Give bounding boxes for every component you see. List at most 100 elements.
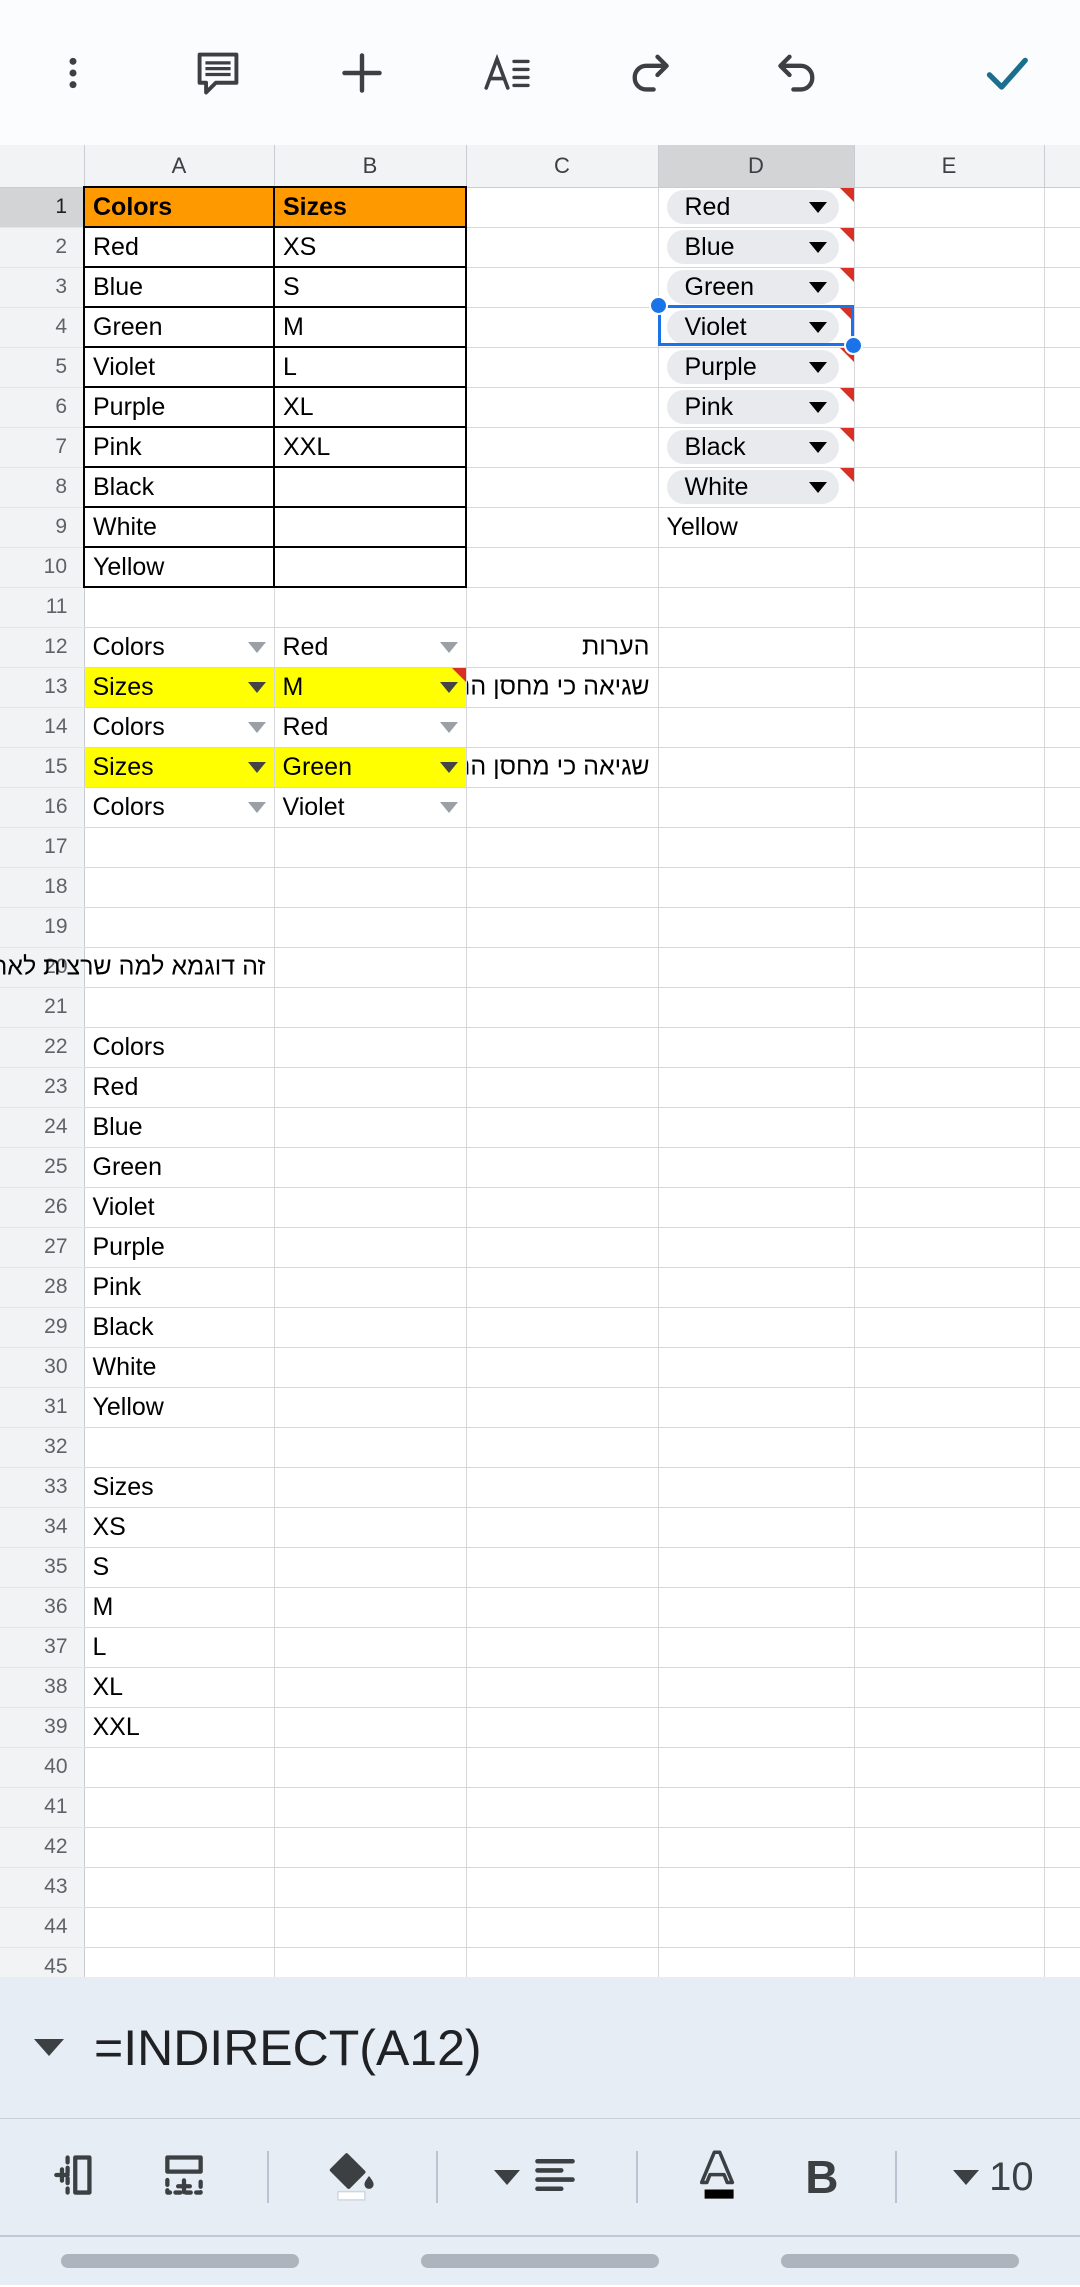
cell-A2[interactable]: Red — [83, 227, 275, 268]
cell-D37[interactable] — [658, 1627, 855, 1668]
row-header-37[interactable]: 37 — [0, 1627, 85, 1668]
spreadsheet-grid[interactable]: A B C D E 1 Colors Sizes Red 2 Red XS Blue 3 Blue… — [0, 145, 1080, 1977]
cell-B22[interactable] — [274, 1027, 467, 1068]
cell-E18[interactable] — [854, 867, 1045, 908]
cell-D26[interactable] — [658, 1187, 855, 1228]
cell-D17[interactable] — [658, 827, 855, 868]
cell-A6[interactable]: Purple — [83, 387, 275, 428]
cell-E11[interactable] — [854, 587, 1045, 628]
cell-C10[interactable] — [466, 547, 659, 588]
cell-E36[interactable] — [854, 1587, 1045, 1628]
row-header-26[interactable]: 26 — [0, 1187, 85, 1228]
fill-color-button[interactable] — [325, 2138, 379, 2216]
cell-E20[interactable] — [854, 947, 1045, 988]
cell-D33[interactable] — [658, 1467, 855, 1508]
cell-D36[interactable] — [658, 1587, 855, 1628]
row-header-17[interactable]: 17 — [0, 827, 85, 868]
cell-E13[interactable] — [854, 667, 1045, 708]
row-header-15[interactable]: 15 — [0, 747, 85, 788]
chevron-down-icon[interactable] — [808, 281, 827, 293]
table-row[interactable]: 28 Pink — [0, 1267, 1080, 1308]
note-indicator-icon[interactable] — [839, 427, 854, 442]
cell-A26[interactable]: Violet — [84, 1187, 275, 1228]
table-row[interactable]: 2 Red XS Blue — [0, 227, 1080, 268]
cell-A11[interactable] — [84, 587, 275, 628]
cell-C28[interactable] — [466, 1267, 659, 1308]
cell-C18[interactable] — [466, 867, 659, 908]
text-align-button[interactable] — [494, 2138, 580, 2216]
cell-C5[interactable] — [466, 347, 659, 388]
cell-overflow-16[interactable] — [1044, 787, 1080, 828]
undo-button[interactable] — [757, 34, 835, 112]
cell-E6[interactable] — [854, 387, 1045, 428]
chevron-down-icon[interactable] — [808, 481, 827, 493]
cell-B35[interactable] — [274, 1547, 467, 1588]
cell-B2[interactable]: XS — [274, 227, 467, 268]
row-header-45[interactable]: 45 — [0, 1947, 85, 1977]
cell-E5[interactable] — [854, 347, 1045, 388]
row-header-21[interactable]: 21 — [0, 987, 85, 1028]
chevron-down-icon[interactable] — [808, 201, 827, 213]
cell-D21[interactable] — [658, 987, 855, 1028]
table-row[interactable]: 21 — [0, 987, 1080, 1028]
cell-D45[interactable] — [658, 1947, 855, 1977]
table-row[interactable]: 32 — [0, 1427, 1080, 1468]
chevron-down-icon[interactable] — [808, 321, 827, 333]
cell-E25[interactable] — [854, 1147, 1045, 1188]
cell-overflow-8[interactable] — [1044, 467, 1080, 508]
font-size-button[interactable]: 10 — [953, 2138, 1034, 2216]
cell-A41[interactable] — [84, 1787, 275, 1828]
cell-E28[interactable] — [854, 1267, 1045, 1308]
cell-B27[interactable] — [274, 1227, 467, 1268]
cell-A31[interactable]: Yellow — [84, 1387, 275, 1428]
table-row[interactable]: 5 Violet L Purple — [0, 347, 1080, 388]
column-header-e[interactable]: E — [854, 145, 1045, 188]
row-header-28[interactable]: 28 — [0, 1267, 85, 1308]
row-header-44[interactable]: 44 — [0, 1907, 85, 1948]
cell-B10[interactable] — [274, 547, 467, 588]
cell-C37[interactable] — [466, 1627, 659, 1668]
row-header-10[interactable]: 10 — [0, 547, 85, 588]
table-row[interactable]: 37 L — [0, 1627, 1080, 1668]
table-row[interactable]: 14 Colors Red — [0, 707, 1080, 748]
row-header-42[interactable]: 42 — [0, 1827, 85, 1868]
scrollbar-thumb[interactable] — [781, 2254, 1019, 2268]
cell-overflow-24[interactable] — [1044, 1107, 1080, 1148]
row-header-3[interactable]: 3 — [0, 267, 85, 308]
cell-A40[interactable] — [84, 1747, 275, 1788]
cell-C12[interactable]: הערות — [466, 627, 659, 668]
table-row[interactable]: 40 — [0, 1747, 1080, 1788]
cell-B32[interactable] — [274, 1427, 467, 1468]
table-row[interactable]: 18 — [0, 867, 1080, 908]
cell-B25[interactable] — [274, 1147, 467, 1188]
row-header-7[interactable]: 7 — [0, 427, 85, 468]
cell-E42[interactable] — [854, 1827, 1045, 1868]
cell-C39[interactable] — [466, 1707, 659, 1748]
cell-D39[interactable] — [658, 1707, 855, 1748]
cell-A35[interactable]: S — [84, 1547, 275, 1588]
cell-E41[interactable] — [854, 1787, 1045, 1828]
cell-C36[interactable] — [466, 1587, 659, 1628]
cell-D15[interactable] — [658, 747, 855, 788]
cell-D5[interactable]: Purple — [658, 347, 855, 388]
cell-A23[interactable]: Red — [84, 1067, 275, 1108]
more-options-button[interactable] — [34, 34, 112, 112]
table-row[interactable]: 35 S — [0, 1547, 1080, 1588]
row-header-29[interactable]: 29 — [0, 1307, 85, 1348]
cell-overflow-39[interactable] — [1044, 1707, 1080, 1748]
cell-D4[interactable]: Violet — [658, 307, 855, 348]
table-row[interactable]: 4 Green M Violet — [0, 307, 1080, 348]
cell-overflow-26[interactable] — [1044, 1187, 1080, 1228]
table-row[interactable]: 1 Colors Sizes Red — [0, 186, 1080, 228]
cell-A10[interactable]: Yellow — [83, 547, 275, 588]
cell-D6[interactable]: Pink — [658, 387, 855, 428]
cell-overflow-40[interactable] — [1044, 1747, 1080, 1788]
cell-overflow-21[interactable] — [1044, 987, 1080, 1028]
row-header-40[interactable]: 40 — [0, 1747, 85, 1788]
cell-overflow-2[interactable] — [1044, 227, 1080, 268]
cell-overflow-1[interactable] — [1044, 187, 1080, 228]
cell-C33[interactable] — [466, 1467, 659, 1508]
cell-A16[interactable]: Colors — [84, 787, 275, 828]
cell-overflow-31[interactable] — [1044, 1387, 1080, 1428]
cell-D1[interactable]: Red — [658, 187, 855, 228]
